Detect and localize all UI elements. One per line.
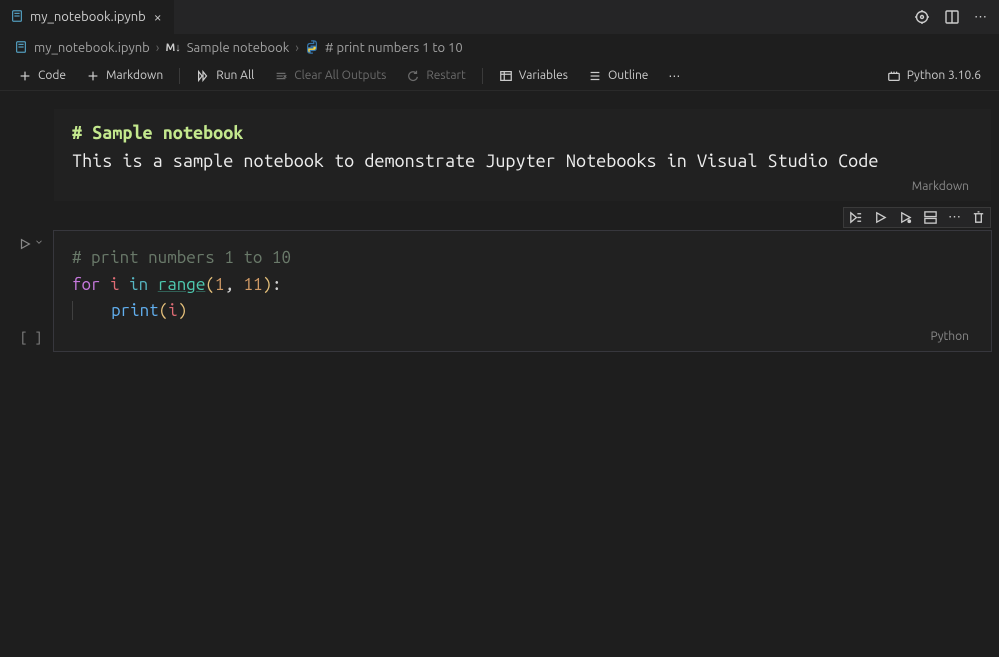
code-cell[interactable]: [ ] ⋯ # print numbers 1 to 10 for i in r…: [8, 231, 991, 351]
notebook-file-icon: [10, 9, 24, 26]
toolbar-code-label: Code: [38, 69, 66, 82]
cell-gutter: [ ]: [8, 231, 54, 351]
separator: [179, 68, 180, 84]
toolbar-more-button[interactable]: ⋯: [660, 66, 688, 86]
breadcrumb: my_notebook.ipynb › M↓ Sample notebook ›…: [0, 35, 999, 61]
chevron-right-icon: ›: [156, 41, 160, 55]
markdown-text: This is a sample notebook to demonstrate…: [72, 149, 973, 174]
notebook-file-icon: [14, 40, 28, 57]
markdown-heading: # Sample notebook: [72, 123, 973, 143]
notebook-toolbar: Code Markdown Run All Clear All Outputs …: [0, 61, 999, 91]
chevron-right-icon: ›: [295, 41, 299, 55]
tab-close-icon[interactable]: ×: [152, 7, 164, 27]
markdown-icon: M↓: [165, 42, 180, 54]
restart-kernel-button[interactable]: Restart: [398, 66, 473, 86]
variables-button[interactable]: Variables: [491, 66, 576, 86]
run-all-button[interactable]: Run All: [188, 66, 262, 86]
cell-more-icon[interactable]: ⋯: [948, 210, 961, 225]
execute-cell-icon[interactable]: [873, 210, 888, 225]
outline-button[interactable]: Outline: [580, 66, 656, 86]
cell-language-tag[interactable]: Python: [72, 324, 973, 347]
markdown-cell[interactable]: # Sample notebook This is a sample noteb…: [8, 109, 991, 201]
more-actions-icon[interactable]: ⋯: [974, 10, 987, 25]
editor-tab-bar: my_notebook.ipynb × ⋯: [0, 0, 999, 35]
toolbar-restart-label: Restart: [426, 69, 465, 82]
notebook-container: # Sample notebook This is a sample noteb…: [0, 91, 999, 351]
cell-toolbar: ⋯: [843, 207, 991, 228]
run-customize-icon[interactable]: [914, 9, 930, 25]
add-code-cell-button[interactable]: Code: [10, 66, 74, 86]
toolbar-clear-label: Clear All Outputs: [294, 69, 386, 82]
toolbar-variables-label: Variables: [519, 69, 568, 82]
separator: [482, 68, 483, 84]
delete-cell-icon[interactable]: [971, 210, 986, 225]
toolbar-outline-label: Outline: [608, 69, 648, 82]
split-cell-icon[interactable]: [923, 210, 938, 225]
code-editor[interactable]: # print numbers 1 to 10 for i in range(1…: [72, 245, 973, 324]
run-dropdown-icon[interactable]: [34, 237, 44, 247]
code-cell-body[interactable]: ⋯ # print numbers 1 to 10 for i in range…: [54, 231, 991, 351]
markdown-cell-body[interactable]: # Sample notebook This is a sample noteb…: [54, 109, 991, 201]
run-cell-icon[interactable]: [18, 237, 32, 251]
toolbar-runall-label: Run All: [216, 69, 254, 82]
python-icon: [305, 40, 319, 57]
cell-gutter: [8, 109, 54, 201]
toolbar-markdown-label: Markdown: [106, 69, 163, 82]
breadcrumb-file[interactable]: my_notebook.ipynb: [34, 41, 150, 55]
breadcrumb-section[interactable]: Sample notebook: [187, 41, 290, 55]
editor-tab[interactable]: my_notebook.ipynb ×: [0, 0, 175, 34]
kernel-picker-button[interactable]: Python 3.10.6: [879, 66, 989, 86]
clear-outputs-button[interactable]: Clear All Outputs: [266, 66, 394, 86]
execution-count: [ ]: [20, 331, 42, 345]
run-by-line-icon[interactable]: [848, 210, 863, 225]
breadcrumb-cell[interactable]: # print numbers 1 to 10: [325, 41, 463, 55]
execute-above-icon[interactable]: [898, 210, 913, 225]
tab-filename: my_notebook.ipynb: [30, 10, 146, 24]
kernel-name: Python 3.10.6: [907, 69, 981, 82]
cell-language-tag[interactable]: Markdown: [72, 174, 973, 197]
split-editor-icon[interactable]: [944, 9, 960, 25]
add-markdown-cell-button[interactable]: Markdown: [78, 66, 171, 86]
